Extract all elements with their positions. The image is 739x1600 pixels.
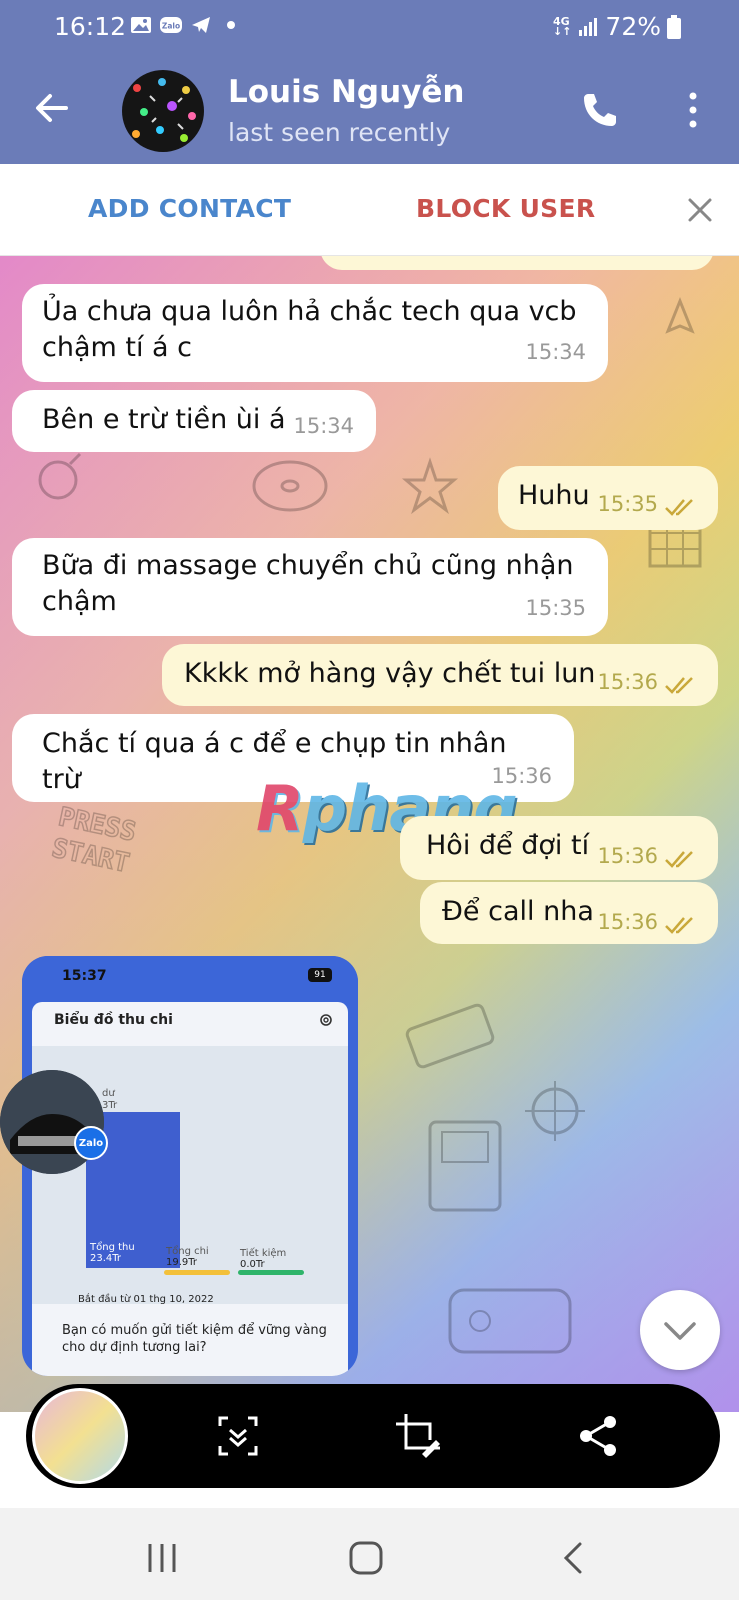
zalo-badge: Zalo [74,1126,108,1160]
message-time: 15:36 [597,670,658,694]
message-bubble[interactable]: Hôi để đợi tí 15:36 [400,816,718,880]
phone-icon[interactable] [578,88,622,132]
bar-top-value: 3Tr [102,1100,118,1111]
share-icon[interactable] [572,1410,624,1462]
crosshair-doodle-icon [525,1081,585,1141]
disc-doodle-icon [252,460,328,512]
back-icon[interactable] [552,1538,596,1578]
message-text: Bên e trừ tiền ùi á [42,404,286,435]
more-vertical-icon[interactable] [680,88,706,132]
spend-indicator [164,1270,230,1275]
message-text: Bữa đi massage chuyển chủ cũng nhận [42,550,574,581]
back-arrow-icon[interactable] [30,86,74,130]
system-nav-bar [0,1508,739,1600]
spend-value: 19.9Tr [166,1257,198,1268]
message-bubble[interactable]: Để call nha 15:36 [420,882,718,944]
message-bubble[interactable]: Bữa đi massage chuyển chủ cũng nhận chậm… [12,538,608,636]
image-sheet: Biểu đồ thu chi dư 3Tr Tổng thu 23.4Tr T… [32,1002,348,1376]
avatar[interactable] [122,70,204,152]
status-right: 4G ↓↑ 72% [553,12,681,41]
message-time: 15:36 [597,910,658,934]
screenshot-thumbnail[interactable] [32,1388,128,1484]
message-time: 15:35 [525,596,586,620]
home-icon[interactable] [344,1538,388,1578]
message-bubble[interactable]: Kkkk mở hàng vậy chết tui lun 15:36 [162,644,718,706]
screenshot-toolbar [26,1384,720,1488]
dot-icon [227,21,235,29]
star-doodle-icon [401,457,459,515]
double-check-icon [665,677,693,694]
svg-text:Zalo: Zalo [162,22,180,31]
crop-edit-icon[interactable] [392,1410,444,1462]
message-text: Hôi để đợi tí [426,830,590,861]
scroll-down-button[interactable] [640,1290,720,1370]
press-start-doodle-icon: PRESSSTART [50,806,139,880]
add-contact-button[interactable]: ADD CONTACT [88,194,291,223]
status-bar: 16:12 Zalo 4G ↓↑ 72% [0,0,739,56]
scroll-capture-icon[interactable] [212,1410,264,1462]
double-check-icon [665,917,693,934]
contact-name: Louis Nguyễn [228,74,465,110]
notification-icons: Zalo [130,14,242,36]
message-time: 15:34 [293,414,354,438]
message-text: Huhu [518,480,590,511]
gear-icon [320,1014,332,1026]
unknown-contact-bar: ADD CONTACT BLOCK USER [0,164,739,256]
chevron-down-icon [664,1322,696,1340]
message-bubble[interactable]: Huhu 15:35 [498,466,718,530]
zalo-icon: Zalo [160,17,182,33]
income-label: Tổng thu [90,1242,135,1253]
message-text: Ủa chưa qua luôn hả chắc tech qua vcb [42,296,577,327]
image-title: Biểu đồ thu chi [54,1012,173,1028]
spend-label: Tổng chi [166,1246,209,1257]
chat-header: Louis Nguyễn last seen recently [0,56,739,164]
gallery-icon [131,17,151,33]
handheld-3d-doodle-icon [428,1120,502,1212]
battery-icon [667,14,681,39]
recent-apps-icon[interactable] [140,1538,184,1578]
message-text: Kkkk mở hàng vậy chết tui lun [184,658,596,689]
network-type: 4G ↓↑ [552,14,572,38]
contact-status: last seen recently [228,118,451,147]
bomb-doodle-icon [38,452,82,500]
block-user-button[interactable]: BLOCK USER [416,194,595,223]
battery-percent: 72% [605,12,661,41]
message-text: chậm tí á c [42,332,193,363]
save-label: Tiết kiệm [240,1248,287,1259]
status-time: 16:12 [54,12,127,41]
double-check-icon [665,499,693,516]
message-time: 15:36 [597,844,658,868]
double-check-icon [665,851,693,868]
savings-question: Bạn có muốn gửi tiết kiệm để vững vàng c… [62,1323,327,1355]
message-bubble-partial [320,256,714,270]
message-text: chậm [42,586,117,617]
signal-icon [579,17,598,36]
message-time: 15:34 [525,340,586,364]
gamepad-doodle-icon [448,1288,572,1354]
message-time: 15:35 [597,492,658,516]
income-value: 23.4Tr [90,1253,122,1264]
save-value: 0.0Tr [240,1259,265,1270]
message-text: Để call nha [442,896,594,927]
since-date: Bắt đầu từ 01 thg 10, 2022 [78,1294,214,1305]
close-icon[interactable] [686,196,714,224]
bar-top-label: dư [102,1088,115,1099]
rocket-doodle-icon [665,296,695,334]
telegram-icon [192,17,210,33]
message-bubble[interactable]: Ủa chưa qua luôn hả chắc tech qua vcb ch… [22,284,608,382]
chat-area[interactable]: PRESS START Ủa chưa qua luôn hả chắc tech… [0,256,739,1412]
save-indicator [238,1270,304,1275]
image-battery: 91 [308,968,332,982]
console-doodle-icon [405,1003,495,1069]
image-status-time: 15:37 [62,968,107,984]
message-bubble[interactable]: Bên e trừ tiền ùi á 15:34 [12,390,376,452]
monogram-pattern-icon [132,78,196,142]
